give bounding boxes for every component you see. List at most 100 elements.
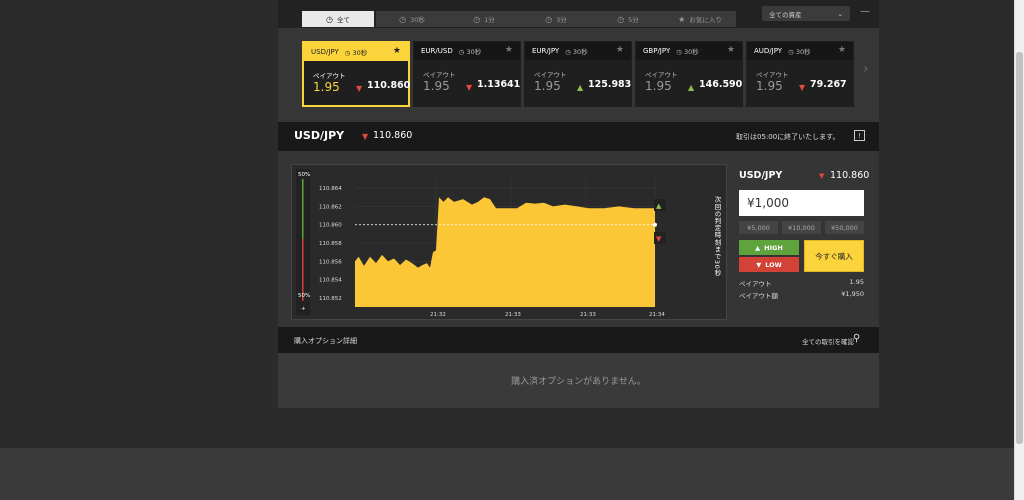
card-header: GBP/JPY ◷ 30秒 ★: [636, 42, 742, 60]
x-tick-label: 21:33: [505, 312, 521, 318]
payout-label: ペイアウト: [534, 71, 567, 79]
current-rate-dot: [653, 222, 657, 227]
payout-value: 1.95: [313, 80, 340, 94]
order-rate: 110.860: [830, 170, 870, 181]
buy-now-button[interactable]: 今すぐ購入: [804, 240, 864, 272]
trading-close-notice: 取引は05:00に終了いたします。: [736, 133, 840, 141]
price-area: [355, 197, 655, 307]
trading-app: ◷ 全て ◷ 30秒 ◷ 1分 ◷ 3分 ◷ 5分 ★ お気に入り 全ての資産 …: [278, 0, 879, 408]
y-tick-label: 110.864: [319, 186, 342, 192]
star-icon[interactable]: ★: [616, 45, 624, 55]
tab-label: お気に入り: [689, 16, 722, 24]
search-icon[interactable]: ⚲: [853, 333, 860, 344]
tab-30sec[interactable]: ◷ 30秒: [376, 11, 448, 27]
tab-favorites[interactable]: ★ お気に入り: [664, 11, 736, 27]
card-pair: USD/JPY: [311, 48, 339, 56]
asset-card-usdjpy[interactable]: USD/JPY ◷ 30秒 ★ ペイアウト 1.95 ▼ 110.860: [302, 41, 410, 107]
down-arrow-icon: ▼: [656, 235, 662, 243]
star-icon: ★: [678, 14, 686, 24]
tab-3min[interactable]: ◷ 3分: [520, 11, 592, 27]
payout-value: 1.95: [534, 79, 561, 93]
bottom-strip: [0, 448, 1024, 500]
order-title: USD/JPY: [739, 170, 783, 181]
info-icon[interactable]: !: [854, 130, 865, 141]
tab-5min[interactable]: ◷ 5分: [592, 11, 664, 27]
down-arrow-icon: ▼: [819, 172, 825, 180]
price-chart-svg: 50% 50% + 110.864110.862110.860110.85811…: [296, 169, 721, 318]
payout-label: ペイアウト: [313, 72, 346, 80]
high-button[interactable]: ▲ HIGH: [739, 240, 799, 255]
payout-value: 1.95: [423, 79, 450, 93]
tab-all[interactable]: ◷ 全て: [302, 11, 374, 27]
down-arrow-icon: ▼: [466, 83, 473, 92]
asset-card-audjpy[interactable]: AUD/JPY ◷ 30秒 ★ ペイアウト 1.95 ▼ 79.267: [746, 41, 854, 107]
sentiment-top-label: 50%: [298, 172, 310, 178]
menu-button[interactable]: —: [860, 6, 870, 17]
asset-select[interactable]: 全ての資産 ⌄: [762, 6, 850, 21]
clock-icon: ◷: [617, 14, 625, 24]
preset-50000-button[interactable]: ¥50,000: [825, 221, 864, 234]
clock-icon: ◷: [545, 14, 553, 24]
star-icon[interactable]: ★: [393, 46, 401, 56]
view-all-trades-link[interactable]: 全ての取引を確認: [802, 336, 854, 346]
card-pair: EUR/JPY: [532, 47, 560, 55]
star-icon[interactable]: ★: [727, 45, 735, 55]
scrollbar-thumb[interactable]: [1016, 52, 1023, 444]
tab-label: 全て: [336, 16, 350, 24]
x-tick-label: 21:34: [649, 312, 665, 318]
clock-icon: ◷: [473, 14, 481, 24]
clock-icon: ◷: [399, 14, 407, 24]
card-time: ◷ 30秒: [565, 48, 588, 56]
star-icon[interactable]: ★: [838, 45, 846, 55]
y-axis-labels: 110.864 110.862 110.860 110.858 110.856 110.8…: [319, 186, 342, 302]
amount-input[interactable]: ¥1,000: [739, 190, 864, 216]
low-label: LOW: [765, 260, 782, 269]
x-tick-label: 21:32: [430, 312, 446, 318]
up-arrow-icon: ▲: [755, 243, 761, 252]
payout-label: ペイアウト: [756, 71, 789, 79]
card-time: ◷ 30秒: [788, 48, 811, 56]
card-header: AUD/JPY ◷ 30秒 ★: [747, 42, 853, 60]
asset-card-eurjpy[interactable]: EUR/JPY ◷ 30秒 ★ ペイアウト 1.95 ▲ 125.983: [524, 41, 632, 107]
down-arrow-icon: ▼: [362, 132, 369, 141]
down-arrow-icon: ▼: [756, 260, 762, 269]
countdown-label: 次回の判定時刻まで30秒: [713, 195, 721, 277]
asset-cards: USD/JPY ◷ 30秒 ★ ペイアウト 1.95 ▼ 110.860 EUR…: [278, 28, 879, 122]
card-header: EUR/JPY ◷ 30秒 ★: [525, 42, 631, 60]
card-header: USD/JPY ◷ 30秒 ★: [304, 43, 408, 61]
card-time: ◷ 30秒: [458, 48, 482, 56]
y-tick-label: 110.854: [319, 278, 342, 284]
asset-card-eurusd[interactable]: EUR/USD ◷ 30秒 ★ ペイアウト 1.95 ▼ 1.13641: [413, 41, 521, 107]
purchased-options-header: 購入オプション詳細 全ての取引を確認 ⚲: [278, 327, 879, 353]
purchased-options-body: 購入済オプションがありません。: [278, 353, 879, 408]
payout-value: 1.95: [645, 79, 672, 93]
tab-label: 5分: [628, 16, 639, 24]
sentiment-bottom-label: 50%: [298, 293, 310, 299]
card-pair: AUD/JPY: [754, 47, 783, 55]
sentiment-high-fill: [302, 179, 304, 239]
sentiment-low-fill: [302, 239, 304, 301]
card-rate: 125.983: [588, 79, 632, 90]
trading-main-area: 50% 50% + 110.864 110.862 110.860 110.858 11…: [278, 151, 879, 327]
tab-1min[interactable]: ◷ 1分: [448, 11, 520, 27]
empty-options-message: 購入済オプションがありません。: [511, 377, 646, 387]
chevron-right-icon[interactable]: ›: [863, 61, 869, 77]
up-arrow-icon: ▲: [577, 83, 584, 92]
period-tab-bar: ◷ 全て ◷ 30秒 ◷ 1分 ◷ 3分 ◷ 5分 ★ お気に入り 全ての資産 …: [278, 0, 879, 28]
preset-10000-button[interactable]: ¥10,000: [782, 221, 821, 234]
x-axis-labels: 21:32 21:33 21:33 21:34: [430, 312, 665, 318]
price-chart: 50% 50% + 110.864 110.862 110.860 110.858 11…: [291, 164, 727, 320]
down-arrow-icon: ▼: [799, 83, 806, 92]
y-tick-label: 110.852: [319, 296, 342, 302]
low-button[interactable]: ▼ LOW: [739, 257, 799, 272]
y-tick-label: 110.862: [319, 204, 342, 210]
card-rate: 1.13641: [477, 79, 521, 90]
page-scrollbar[interactable]: [1014, 0, 1024, 500]
tab-label: 3分: [556, 16, 567, 24]
preset-5000-button[interactable]: ¥5,000: [739, 221, 778, 234]
asset-card-gbpjpy[interactable]: GBP/JPY ◷ 30秒 ★ ペイアウト 1.95 ▲ 146.590: [635, 41, 743, 107]
x-tick-label: 21:33: [580, 312, 596, 318]
card-rate: 79.267: [810, 79, 847, 90]
star-icon[interactable]: ★: [505, 45, 513, 55]
card-rate: 146.590: [699, 79, 743, 90]
